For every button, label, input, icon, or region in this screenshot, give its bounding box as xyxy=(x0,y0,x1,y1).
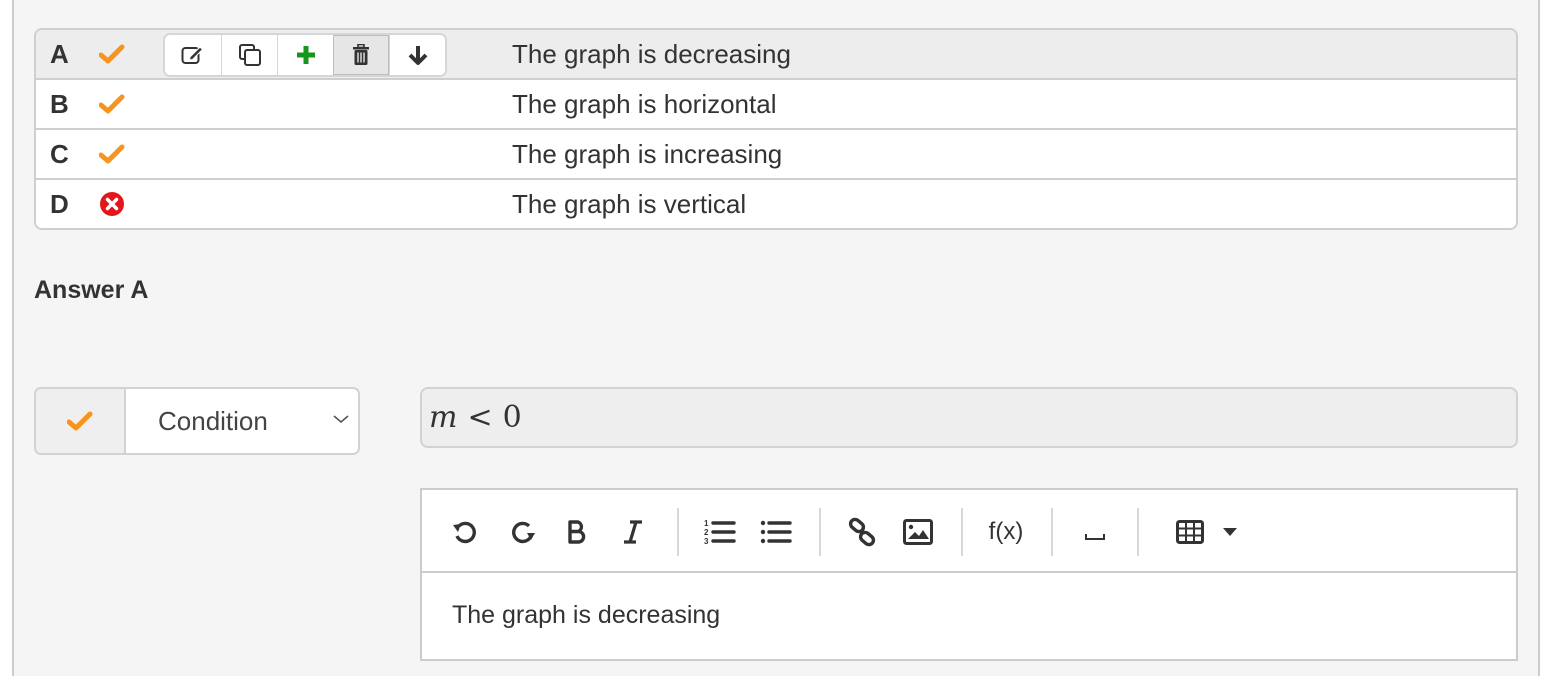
chevron-down-icon xyxy=(333,415,349,424)
table-button[interactable] xyxy=(1172,514,1242,550)
unordered-list-icon xyxy=(760,520,792,544)
answer-text: The graph is decreasing xyxy=(512,38,791,69)
answer-letter: A xyxy=(50,38,69,69)
italic-icon xyxy=(624,520,642,544)
link-button[interactable] xyxy=(844,514,880,550)
edit-icon xyxy=(181,46,204,64)
duplicate-icon xyxy=(238,44,261,66)
svg-text:1: 1 xyxy=(704,519,709,528)
condition-select[interactable]: Condition xyxy=(126,389,358,453)
answer-letter: D xyxy=(50,188,69,219)
italic-button[interactable] xyxy=(618,514,648,550)
answer-text: The graph is vertical xyxy=(512,188,747,219)
svg-text:3: 3 xyxy=(704,537,709,546)
move-down-button[interactable] xyxy=(389,35,445,75)
answer-row-c[interactable]: C The graph is increasing xyxy=(36,128,1516,178)
add-icon xyxy=(296,46,315,64)
row-actions-group xyxy=(163,33,447,77)
answers-table: A The graph is decreasing B The graph is… xyxy=(34,28,1518,230)
formula-button[interactable]: f(x) xyxy=(984,514,1028,550)
bold-button[interactable] xyxy=(562,514,592,550)
answer-row-b[interactable]: B The graph is horizontal xyxy=(36,78,1516,128)
unordered-list-button[interactable] xyxy=(758,514,794,550)
editor-toolbar: 123 f(x) xyxy=(422,490,1516,573)
toolbar-separator xyxy=(1137,508,1139,556)
delete-button[interactable] xyxy=(333,35,389,75)
ordered-list-button[interactable]: 123 xyxy=(702,514,738,550)
image-icon xyxy=(903,519,933,545)
rich-text-editor: 123 f(x) The graph is decreasing xyxy=(420,488,1518,661)
redo-button[interactable] xyxy=(506,514,540,550)
x-circle-icon[interactable] xyxy=(98,190,126,218)
toolbar-separator xyxy=(961,508,963,556)
delete-icon xyxy=(353,44,369,65)
answer-row-d[interactable]: D The graph is vertical xyxy=(36,178,1516,228)
check-icon[interactable] xyxy=(98,40,126,68)
answer-detail-title: Answer A xyxy=(34,276,149,304)
link-icon xyxy=(848,517,876,547)
image-button[interactable] xyxy=(900,514,936,550)
formula-label: f(x) xyxy=(988,518,1024,545)
toolbar-separator xyxy=(819,508,821,556)
nonbreaking-space-icon xyxy=(1085,534,1105,540)
check-icon[interactable] xyxy=(98,90,126,118)
answer-letter: C xyxy=(50,138,69,169)
duplicate-button[interactable] xyxy=(221,35,277,75)
add-button[interactable] xyxy=(277,35,333,75)
condition-select-value: Condition xyxy=(158,405,268,436)
undo-icon xyxy=(453,521,476,544)
undo-button[interactable] xyxy=(448,514,482,550)
svg-text:2: 2 xyxy=(704,528,709,537)
table-icon xyxy=(1176,520,1204,544)
nonbreaking-space-button[interactable] xyxy=(1078,514,1112,550)
bold-icon xyxy=(568,520,586,544)
redo-icon xyxy=(512,521,535,544)
caret-down-icon xyxy=(1223,528,1237,536)
condition-group: Condition xyxy=(34,387,360,455)
correct-toggle-button[interactable] xyxy=(36,389,126,453)
toolbar-separator xyxy=(677,508,679,556)
answer-row-a[interactable]: A The graph is decreasing xyxy=(36,30,1516,78)
ordered-list-icon: 123 xyxy=(704,519,736,546)
toolbar-separator xyxy=(1051,508,1053,556)
answer-letter: B xyxy=(50,88,69,119)
math-value: 0 xyxy=(502,400,522,435)
answer-text: The graph is increasing xyxy=(512,138,783,169)
math-operator: < xyxy=(467,400,493,435)
math-variable: m xyxy=(429,400,458,435)
editor-content[interactable]: The graph is decreasing xyxy=(422,573,1516,658)
math-expression-input[interactable]: m < 0 xyxy=(420,387,1518,448)
answer-text: The graph is horizontal xyxy=(512,88,777,119)
check-icon xyxy=(67,411,93,431)
edit-button[interactable] xyxy=(165,35,221,75)
move-down-icon xyxy=(408,46,427,65)
check-icon[interactable] xyxy=(98,140,126,168)
